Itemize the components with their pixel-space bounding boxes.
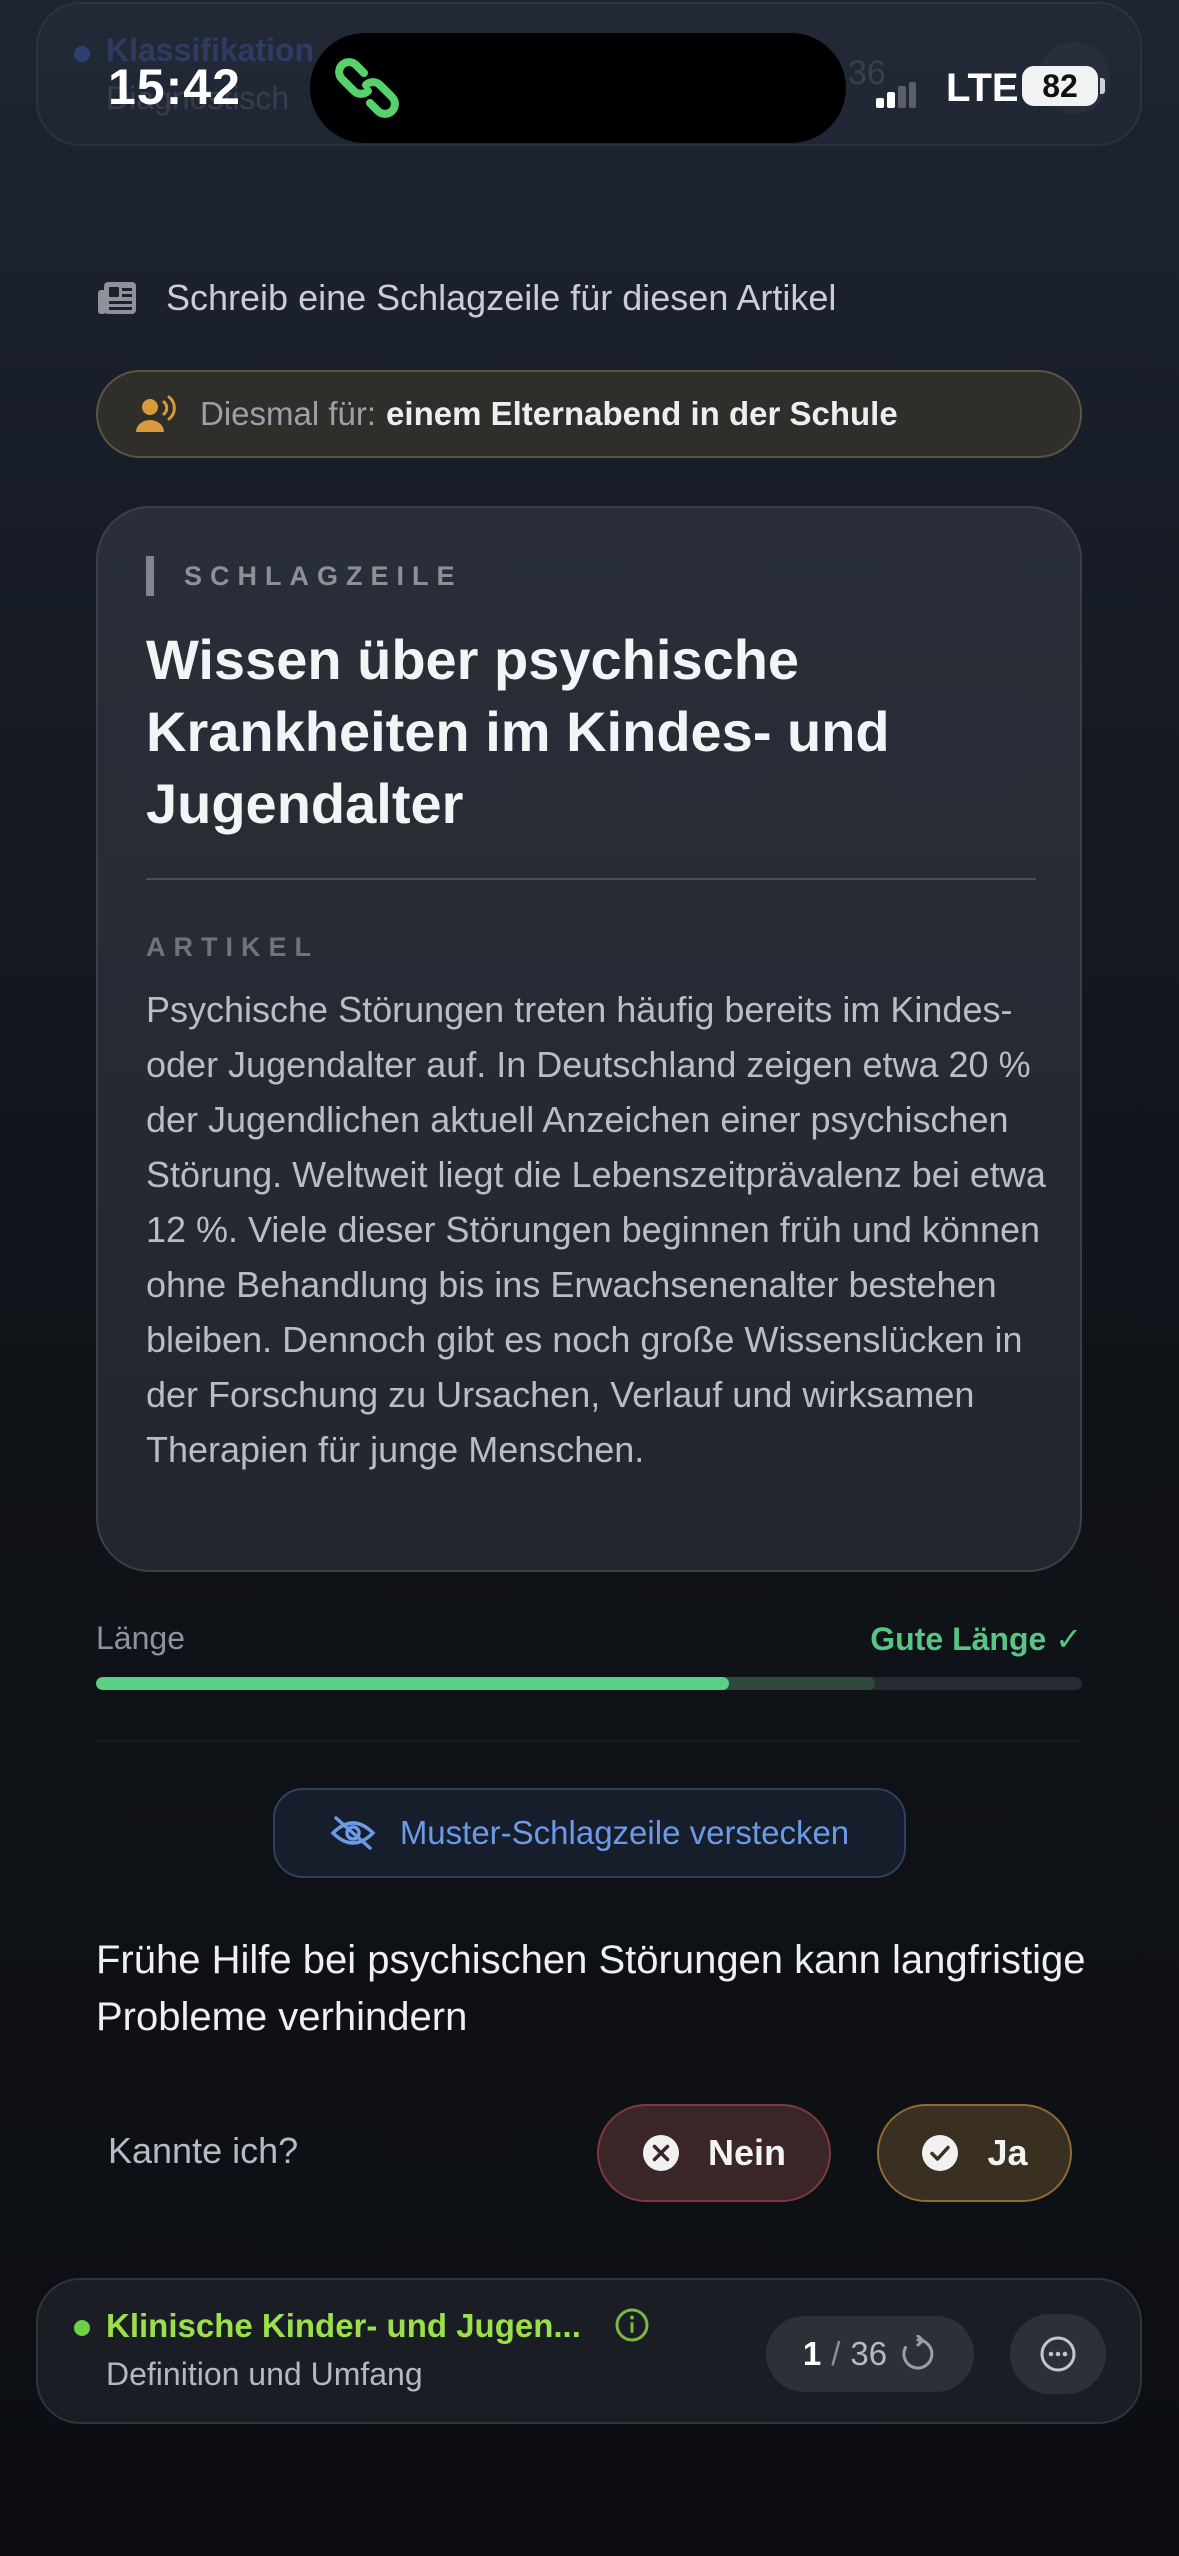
yes-label: Ja	[987, 2132, 1028, 2173]
article-card: SCHLAGZEILE Wissen über psychische Krank…	[96, 506, 1082, 1572]
audience-value: einem Elternabend in der Schule	[386, 395, 898, 432]
battery-tip	[1100, 78, 1105, 94]
length-progress-bar	[96, 1677, 1082, 1690]
dynamic-island	[310, 33, 846, 143]
task-prompt: Schreib eine Schlagzeile für diesen Arti…	[96, 276, 836, 320]
length-status: Gute Länge ✓	[870, 1621, 1082, 1657]
length-label: Länge	[96, 1620, 185, 1656]
status-time: 15:42	[108, 59, 241, 115]
hide-sample-headline-button[interactable]: Muster-Schlagzeile verstecken	[273, 1788, 906, 1878]
counter-separator: /	[831, 2335, 841, 2372]
app-link-logo-icon	[335, 58, 399, 118]
headline-section-label: SCHLAGZEILE	[146, 556, 463, 596]
section-separator	[96, 1740, 1082, 1742]
cellular-signal-icon	[876, 82, 916, 108]
article-body: Psychische Störungen treten häufig berei…	[146, 989, 1046, 1470]
yes-button[interactable]: Ja	[877, 2104, 1072, 2202]
x-circle-icon	[642, 2135, 679, 2171]
topic-title[interactable]: Klinische Kinder- und Jugen...	[106, 2307, 581, 2345]
newspaper-icon	[98, 282, 136, 314]
ghost-topic-dot	[74, 46, 90, 62]
no-label: Nein	[707, 2132, 786, 2173]
hide-sample-label: Muster-Schlagzeile verstecken	[399, 1814, 850, 1851]
speaking-person-icon	[136, 395, 176, 432]
eye-slash-icon	[330, 1816, 376, 1850]
prompt-text: Schreib eine Schlagzeile für diesen Arti…	[166, 277, 837, 318]
article-headline: Wissen über psychische Krankheiten im Ki…	[146, 628, 890, 835]
topic-subtitle: Definition und Umfang	[106, 2356, 423, 2392]
more-options-button[interactable]	[1010, 2314, 1106, 2394]
topic-status-dot	[74, 2320, 90, 2336]
battery-level: 82	[1022, 66, 1098, 106]
audience-pill: Diesmal für: einem Elternabend in der Sc…	[96, 370, 1082, 458]
ellipsis-circle-icon	[1040, 2336, 1076, 2372]
card-counter-button[interactable]: 1 / 36	[766, 2316, 974, 2392]
card-divider	[146, 878, 1036, 880]
check-circle-icon	[922, 2135, 959, 2171]
sample-headline: Frühe Hilfe bei psychischen Störungen ka…	[96, 1938, 1086, 2039]
reset-icon	[902, 2335, 934, 2370]
info-icon[interactable]	[614, 2307, 650, 2343]
audience-label: Diesmal für:	[200, 395, 377, 432]
current-card-number: 1	[802, 2335, 822, 2372]
bottom-topic-bar: Klinische Kinder- und Jugen... Definitio…	[36, 2278, 1142, 2424]
network-type: LTE	[946, 66, 1019, 110]
no-button[interactable]: Nein	[597, 2104, 831, 2202]
article-section-label: ARTIKEL	[146, 932, 319, 962]
length-progress-fill	[96, 1677, 729, 1690]
knew-question: Kannte ich?	[108, 2130, 299, 2171]
total-card-number: 36	[850, 2335, 888, 2372]
